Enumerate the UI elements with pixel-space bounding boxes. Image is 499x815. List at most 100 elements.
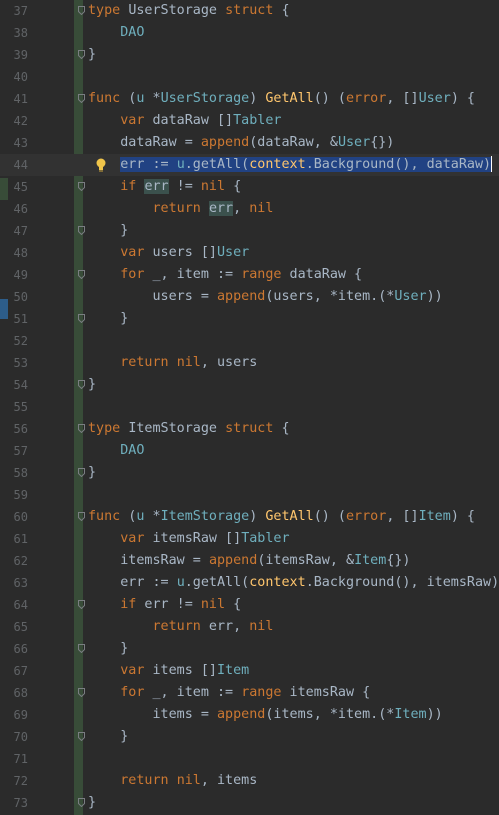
code-token: DAO xyxy=(120,25,145,40)
code-token: ) { xyxy=(450,91,475,106)
line-number: 50 xyxy=(13,290,28,304)
code-token: users [] xyxy=(144,245,217,260)
code-line[interactable]: 63 err := u.getAll(context.Background(),… xyxy=(0,572,499,594)
code-line[interactable]: 54} xyxy=(0,374,499,396)
code-token: ( xyxy=(120,509,137,524)
fold-marker-icon[interactable] xyxy=(78,644,85,653)
code-token: , [] xyxy=(386,509,419,524)
code-line[interactable]: 67 var items []Item xyxy=(0,660,499,682)
code-token: if xyxy=(120,597,137,612)
code-token: Item xyxy=(217,663,250,678)
code-line[interactable]: 43 dataRaw = append(dataRaw, &User{}) xyxy=(0,132,499,154)
code-line[interactable]: 56 type ItemStorage struct { xyxy=(0,418,499,440)
code-token: u xyxy=(176,575,185,590)
fold-marker-icon[interactable] xyxy=(78,226,85,235)
code-line[interactable]: 50 users = append(users, *item.(*User)) xyxy=(0,286,499,308)
code-token: Item xyxy=(394,707,427,722)
code-text: DAO xyxy=(88,440,144,462)
code-token: var xyxy=(120,113,145,128)
code-line[interactable]: 42 var dataRaw []Tabler xyxy=(0,110,499,132)
code-token: } xyxy=(88,311,129,326)
code-line[interactable]: 41 func (u *UserStorage) GetAll() (error,… xyxy=(0,88,499,110)
fold-marker-icon[interactable] xyxy=(78,314,85,323)
code-line[interactable]: 53 return nil, users xyxy=(0,352,499,374)
fold-marker-icon[interactable] xyxy=(78,600,85,609)
code-text: return nil, items xyxy=(88,770,257,792)
fold-marker-icon[interactable] xyxy=(78,380,85,389)
fold-marker-icon[interactable] xyxy=(78,512,85,521)
code-token: nil xyxy=(200,597,226,612)
fold-marker-icon[interactable] xyxy=(78,424,85,433)
code-token: dataRaw { xyxy=(281,267,363,282)
code-text: err := u.getAll(context.Background(), da… xyxy=(88,154,493,176)
code-token: err := xyxy=(120,157,177,172)
code-line[interactable]: 51 } xyxy=(0,308,499,330)
fold-marker-icon[interactable] xyxy=(78,182,85,191)
code-token: type xyxy=(88,3,121,18)
code-text: return nil, users xyxy=(88,352,257,374)
code-line[interactable]: 49 for _, item := range dataRaw { xyxy=(0,264,499,286)
code-line[interactable]: 61 var itemsRaw []Tabler xyxy=(0,528,499,550)
code-token: GetAll xyxy=(265,509,314,524)
line-number: 43 xyxy=(13,136,28,150)
fold-marker-icon[interactable] xyxy=(78,798,85,807)
fold-marker-icon[interactable] xyxy=(78,688,85,697)
code-line[interactable]: 59 xyxy=(0,484,499,506)
code-line[interactable]: 69 items = append(items, *item.(*Item)) xyxy=(0,704,499,726)
code-token: error xyxy=(346,91,387,106)
code-line[interactable]: 46 return err, nil xyxy=(0,198,499,220)
code-text: } xyxy=(88,726,128,748)
code-token: var xyxy=(120,663,145,678)
code-line[interactable]: 55 xyxy=(0,396,499,418)
code-token: } xyxy=(88,47,97,62)
fold-marker-icon[interactable] xyxy=(78,468,85,477)
line-number: 51 xyxy=(13,312,28,326)
code-line[interactable]: 52 xyxy=(0,330,499,352)
fold-marker-icon[interactable] xyxy=(78,732,85,741)
code-line[interactable]: 71 xyxy=(0,748,499,770)
code-text: type ItemStorage struct { xyxy=(88,418,290,440)
code-line[interactable]: 70 } xyxy=(0,726,499,748)
code-line[interactable]: 39} xyxy=(0,44,499,66)
code-token: _, item := xyxy=(144,685,242,700)
code-editor[interactable]: 37 type UserStorage struct {38 DAO 39} 40 41… xyxy=(0,0,499,815)
fold-marker-icon[interactable] xyxy=(78,270,85,279)
code-line[interactable]: 47 } xyxy=(0,220,499,242)
code-token: users = xyxy=(88,289,217,304)
code-line[interactable]: 66 } xyxy=(0,638,499,660)
line-number: 59 xyxy=(13,488,28,502)
fold-marker-icon[interactable] xyxy=(78,50,85,59)
code-line[interactable]: 68 for _, item := range itemsRaw { xyxy=(0,682,499,704)
code-line[interactable]: 37 type UserStorage struct { xyxy=(0,0,499,22)
line-number: 57 xyxy=(13,444,28,458)
code-line[interactable]: 72 return nil, items xyxy=(0,770,499,792)
code-text: return err, nil xyxy=(88,198,273,220)
code-token: } xyxy=(88,795,97,810)
line-number: 45 xyxy=(13,180,28,194)
code-line[interactable]: 45 if err != nil { xyxy=(0,176,499,198)
code-line[interactable]: 73} xyxy=(0,792,499,814)
line-number: 41 xyxy=(13,92,28,106)
fold-marker-icon[interactable] xyxy=(78,94,85,103)
code-token: GetAll xyxy=(265,91,314,106)
code-token: .getAll( xyxy=(184,575,250,590)
code-line[interactable]: 65 return err, nil xyxy=(0,616,499,638)
code-line[interactable]: 44 err := u.getAll(context.Background(),… xyxy=(0,154,499,176)
code-line[interactable]: 57 DAO xyxy=(0,440,499,462)
code-token: nil xyxy=(200,179,226,194)
code-line[interactable]: 64 if err != nil { xyxy=(0,594,499,616)
code-token: ItemStorage xyxy=(160,509,250,524)
code-line[interactable]: 62 itemsRaw = append(itemsRaw, &Item{}) xyxy=(0,550,499,572)
fold-marker-icon[interactable] xyxy=(78,6,85,15)
code-line[interactable]: 60 func (u *ItemStorage) GetAll() (error,… xyxy=(0,506,499,528)
code-line[interactable]: 48 var users []User xyxy=(0,242,499,264)
code-line[interactable]: 40 xyxy=(0,66,499,88)
code-line[interactable]: 58} xyxy=(0,462,499,484)
code-line[interactable]: 38 DAO xyxy=(0,22,499,44)
